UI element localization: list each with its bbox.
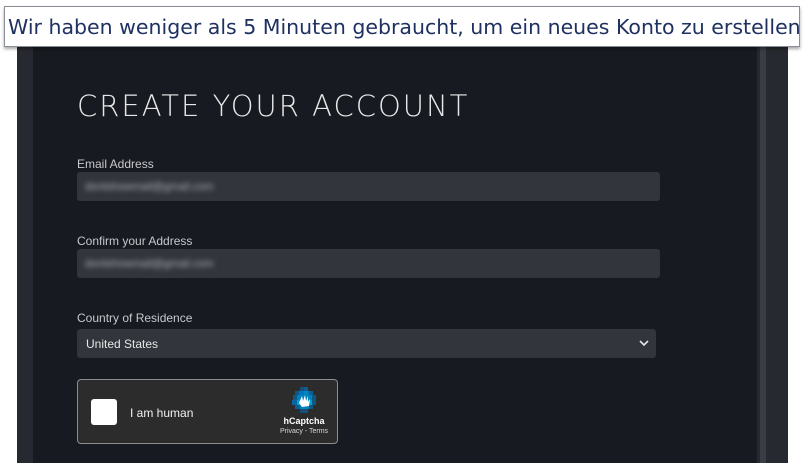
email-value: dontshowmail@gmail.com <box>85 180 214 193</box>
confirm-email-field[interactable]: dontshowmail@gmail.com <box>77 249 660 278</box>
caption-text: Wir haben weniger als 5 Minuten gebrauch… <box>8 14 801 39</box>
captcha-label: I am human <box>130 406 194 420</box>
hcaptcha-brand: hCaptcha <box>283 416 325 426</box>
email-field[interactable]: dontshowmail@gmail.com <box>77 172 660 201</box>
hcaptcha-privacy-terms-links[interactable]: Privacy - Terms <box>268 428 340 435</box>
confirm-email-label: Confirm your Address <box>77 234 193 248</box>
page-title: CREATE YOUR ACCOUNT <box>77 89 470 123</box>
hcaptcha-hand-icon <box>291 387 317 413</box>
chevron-down-icon <box>638 338 650 350</box>
email-label: Email Address <box>77 157 154 171</box>
hcaptcha-widget: I am human hCaptcha Privacy - Terms <box>77 379 338 444</box>
country-label: Country of Residence <box>77 311 193 325</box>
captcha-checkbox[interactable] <box>91 399 117 425</box>
caption-banner: Wir haben weniger als 5 Minuten gebrauch… <box>4 6 801 47</box>
country-select[interactable]: United States <box>77 329 656 358</box>
country-selected-value: United States <box>86 336 159 351</box>
scrollbar[interactable] <box>760 45 766 463</box>
confirm-email-value: dontshowmail@gmail.com <box>85 257 214 270</box>
